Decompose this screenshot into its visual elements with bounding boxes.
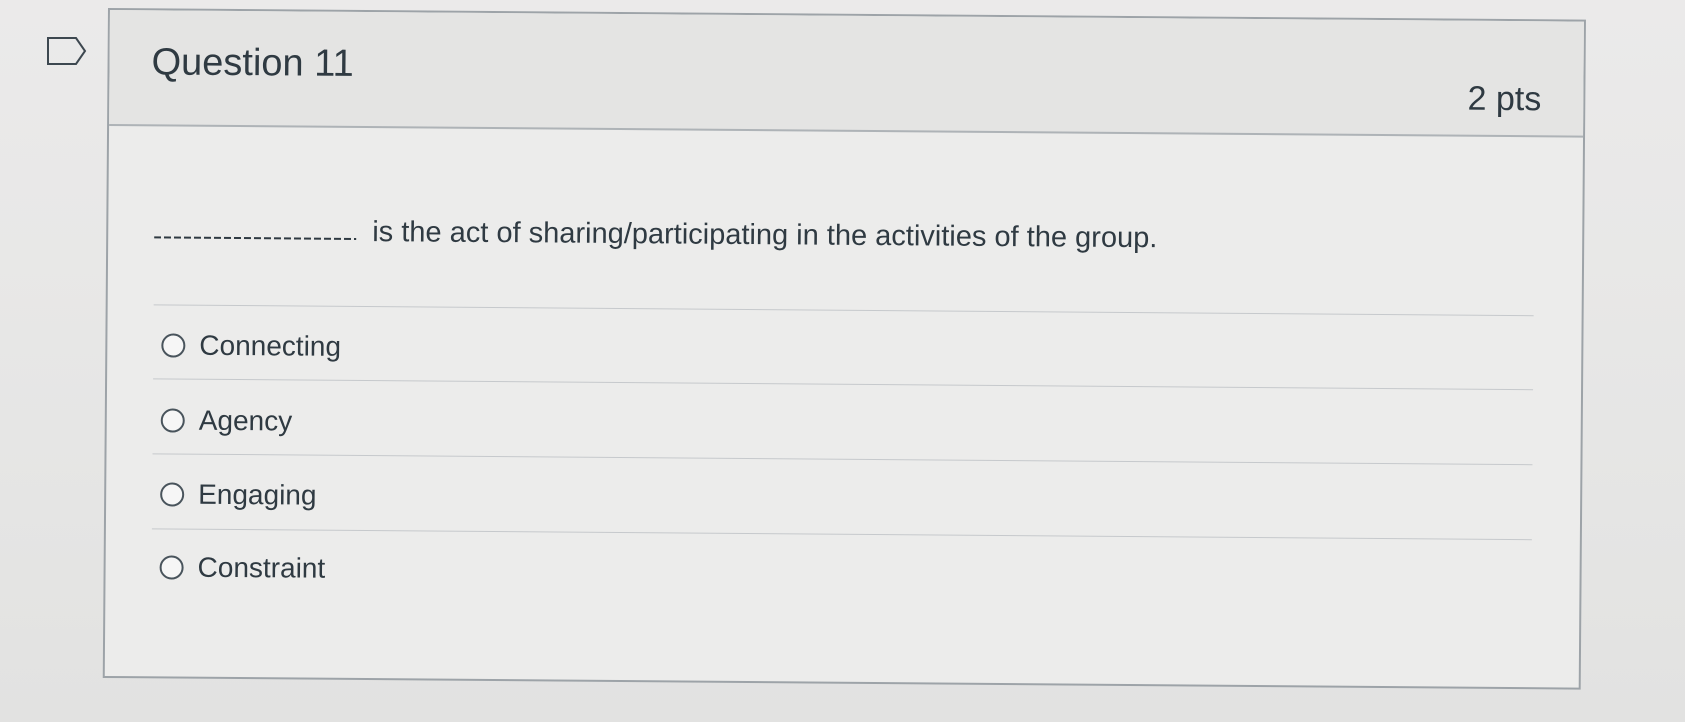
answer-divider [153, 378, 1534, 391]
bookmark-flag-icon[interactable] [46, 36, 88, 66]
answer-divider [151, 528, 1532, 541]
answer-label: Engaging [198, 478, 317, 511]
question-title: Question 11 [151, 41, 354, 85]
answer-divider [153, 304, 1534, 317]
radio-button-icon[interactable] [159, 555, 184, 580]
radio-button-icon[interactable] [160, 482, 185, 507]
question-header: Question 11 2 pts [109, 10, 1584, 138]
answer-option-constraint[interactable]: Constraint [159, 551, 325, 584]
radio-button-icon[interactable] [160, 408, 185, 433]
prompt-text: is the act of sharing/participating in t… [372, 216, 1158, 255]
question-card: Question 11 2 pts is the act of sharing/… [102, 8, 1586, 690]
blank-line [154, 236, 357, 240]
answer-option-engaging[interactable]: Engaging [160, 478, 317, 511]
answer-label: Agency [198, 404, 293, 437]
answer-option-agency[interactable]: Agency [160, 404, 293, 437]
answer-option-connecting[interactable]: Connecting [161, 329, 341, 362]
answer-label: Connecting [199, 329, 342, 362]
answer-divider [152, 453, 1533, 466]
question-points: 2 pts [1467, 79, 1542, 119]
question-prompt: is the act of sharing/participating in t… [154, 214, 1157, 255]
radio-button-icon[interactable] [161, 333, 186, 358]
answer-label: Constraint [197, 551, 326, 584]
